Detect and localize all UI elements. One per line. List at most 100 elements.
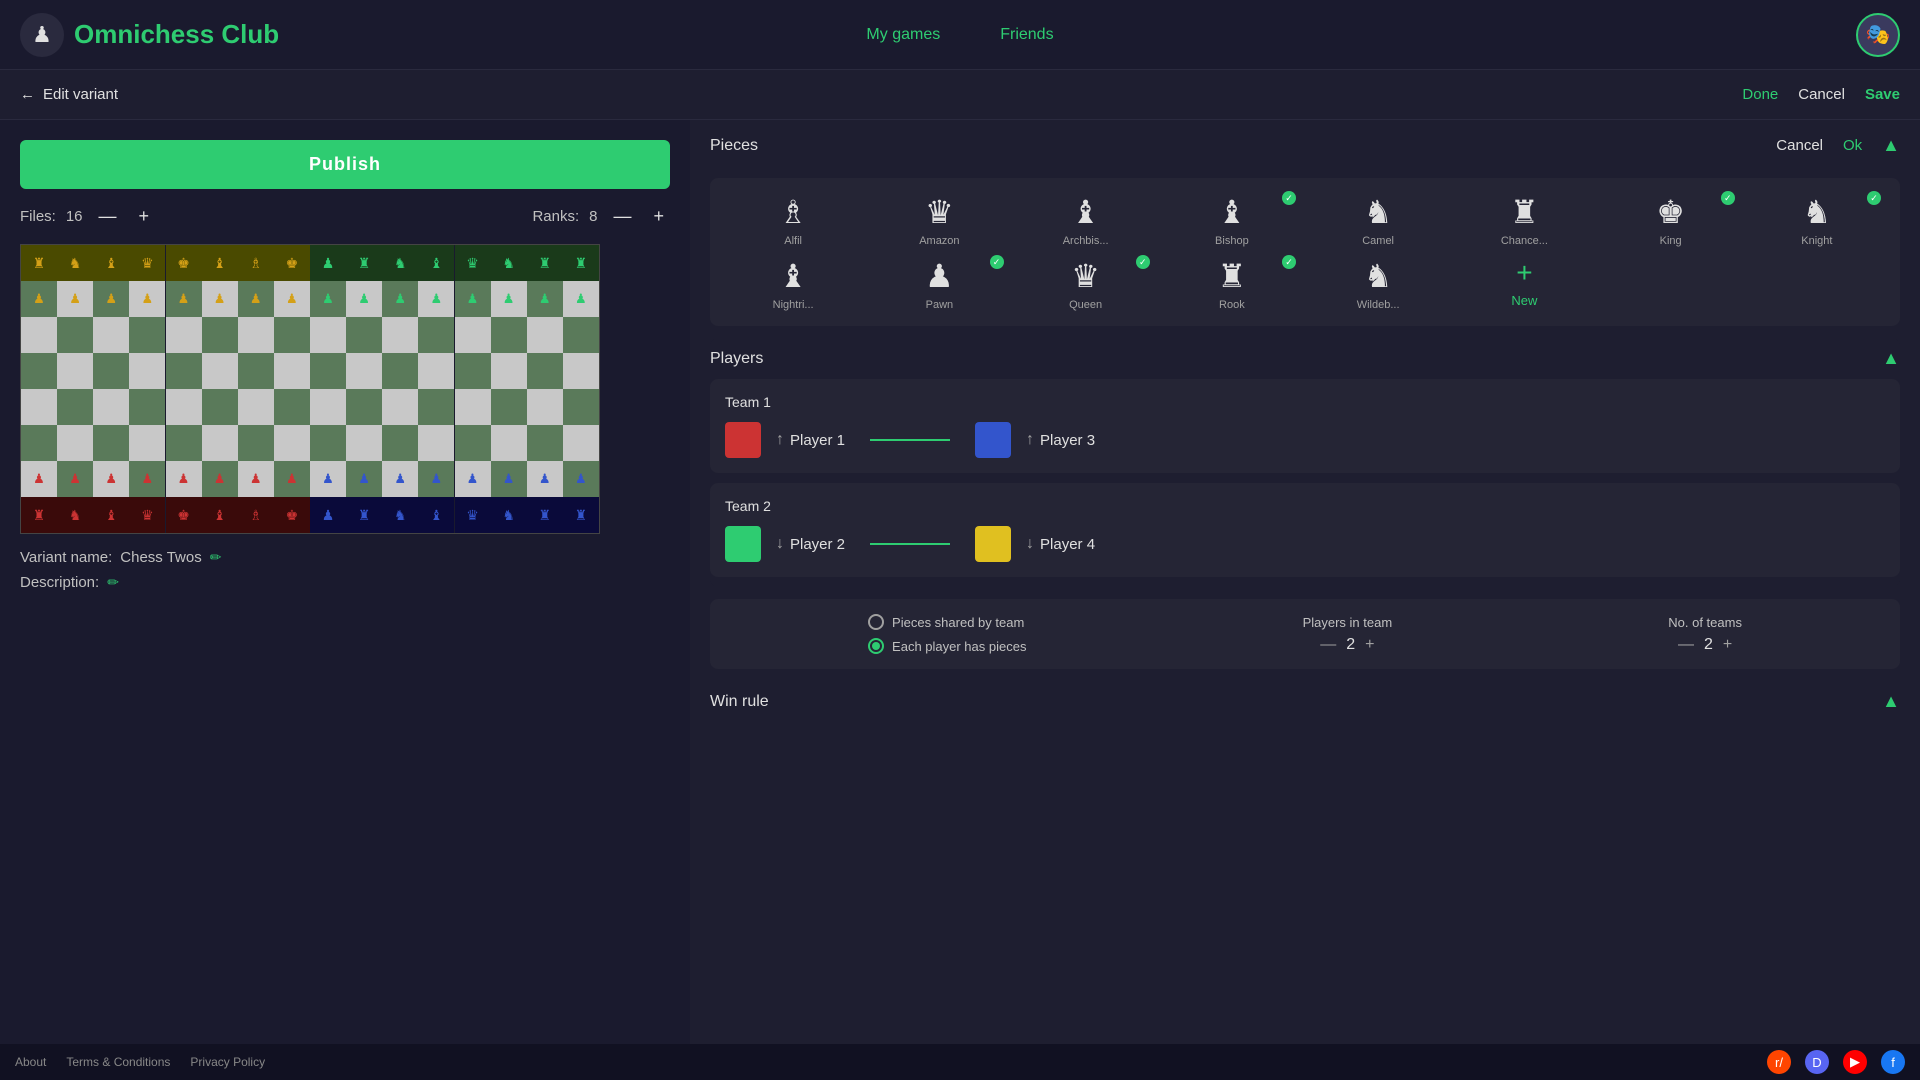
pieces-cancel-button[interactable]: Cancel xyxy=(1776,137,1823,154)
board-cell[interactable]: ♟ xyxy=(57,461,93,497)
board-cell[interactable]: ♜ xyxy=(527,497,563,533)
footer-about[interactable]: About xyxy=(15,1055,46,1069)
board-cell[interactable] xyxy=(346,389,382,425)
board-cell[interactable] xyxy=(527,317,563,353)
board-cell[interactable] xyxy=(382,389,418,425)
board-cell[interactable] xyxy=(346,353,382,389)
files-decrease-button[interactable]: — xyxy=(93,204,123,229)
facebook-icon[interactable]: f xyxy=(1881,1050,1905,1074)
board-cell[interactable] xyxy=(238,425,274,461)
board-cell[interactable]: ♜ xyxy=(563,245,599,281)
footer-privacy[interactable]: Privacy Policy xyxy=(190,1055,265,1069)
board-cell[interactable] xyxy=(418,425,454,461)
board-cell[interactable]: ♟ xyxy=(129,281,165,317)
save-button[interactable]: Save xyxy=(1865,86,1900,103)
board-cell[interactable] xyxy=(202,353,238,389)
pieces-shared-option[interactable]: Pieces shared by team xyxy=(868,614,1026,630)
board-cell[interactable]: ♝ xyxy=(93,497,129,533)
board-cell[interactable] xyxy=(166,425,202,461)
board-cell[interactable] xyxy=(57,425,93,461)
no-of-teams-decrease[interactable]: — xyxy=(1678,636,1694,654)
board-cell[interactable]: ♜ xyxy=(563,497,599,533)
board-cell[interactable] xyxy=(527,425,563,461)
board-cell[interactable] xyxy=(455,353,491,389)
user-avatar[interactable]: 🎭 xyxy=(1856,13,1900,57)
board-cell[interactable] xyxy=(491,389,527,425)
board-cell[interactable]: ♟ xyxy=(202,461,238,497)
board-cell[interactable] xyxy=(129,389,165,425)
board-cell[interactable] xyxy=(418,317,454,353)
board-cell[interactable]: ♛ xyxy=(455,245,491,281)
board-cell[interactable] xyxy=(455,389,491,425)
board-cell[interactable] xyxy=(93,317,129,353)
board-cell[interactable]: ♝ xyxy=(418,497,454,533)
board-cell[interactable]: ♜ xyxy=(21,245,57,281)
board-cell[interactable]: ♟ xyxy=(21,461,57,497)
piece-knight[interactable]: ♞Knight✓ xyxy=(1749,193,1885,247)
board-cell[interactable] xyxy=(93,425,129,461)
board-cell[interactable]: ♛ xyxy=(129,497,165,533)
pieces-ok-button[interactable]: Ok xyxy=(1843,137,1862,154)
players-in-team-decrease[interactable]: — xyxy=(1320,636,1336,654)
board-cell[interactable]: ♟ xyxy=(21,281,57,317)
board-cell[interactable] xyxy=(21,317,57,353)
board-cell[interactable] xyxy=(455,425,491,461)
ranks-decrease-button[interactable]: — xyxy=(607,204,637,229)
discord-icon[interactable]: D xyxy=(1805,1050,1829,1074)
board-cell[interactable]: ♟ xyxy=(166,461,202,497)
chess-board[interactable]: ♜♞♝♛♚♝♗♚♟♜♞♝♛♞♜♜♟♟♟♟♟♟♟♟♟♟♟♟♟♟♟♟♟♟♟♟♟♟♟♟… xyxy=(20,244,600,534)
nav-my-games[interactable]: My games xyxy=(866,26,940,44)
board-cell[interactable] xyxy=(93,389,129,425)
publish-button[interactable]: Publish xyxy=(20,140,670,189)
board-cell[interactable]: ♟ xyxy=(455,461,491,497)
board-cell[interactable]: ♞ xyxy=(382,245,418,281)
youtube-icon[interactable]: ▶ xyxy=(1843,1050,1867,1074)
board-cell[interactable] xyxy=(563,389,599,425)
board-cell[interactable]: ♟ xyxy=(346,461,382,497)
board-cell[interactable] xyxy=(57,317,93,353)
edit-description-icon[interactable]: ✏ xyxy=(107,574,119,591)
board-cell[interactable]: ♟ xyxy=(455,281,491,317)
ranks-increase-button[interactable]: + xyxy=(647,204,670,229)
board-cell[interactable]: ♟ xyxy=(418,281,454,317)
board-cell[interactable] xyxy=(274,317,310,353)
board-cell[interactable]: ♟ xyxy=(274,281,310,317)
board-cell[interactable]: ♝ xyxy=(93,245,129,281)
no-of-teams-increase[interactable]: + xyxy=(1723,636,1732,654)
board-cell[interactable]: ♟ xyxy=(382,461,418,497)
board-cell[interactable]: ♟ xyxy=(310,497,346,533)
board-cell[interactable] xyxy=(129,317,165,353)
piece-bishop[interactable]: ♝Bishop✓ xyxy=(1164,193,1300,247)
board-cell[interactable] xyxy=(202,425,238,461)
board-cell[interactable]: ♟ xyxy=(527,461,563,497)
board-cell[interactable] xyxy=(563,425,599,461)
board-cell[interactable]: ♟ xyxy=(310,281,346,317)
board-cell[interactable] xyxy=(21,389,57,425)
board-cell[interactable]: ♟ xyxy=(527,281,563,317)
board-cell[interactable] xyxy=(238,353,274,389)
board-cell[interactable] xyxy=(202,317,238,353)
board-cell[interactable]: ♜ xyxy=(21,497,57,533)
board-cell[interactable]: ♚ xyxy=(274,245,310,281)
players-in-team-increase[interactable]: + xyxy=(1365,636,1374,654)
board-cell[interactable]: ♟ xyxy=(418,461,454,497)
piece-alfil[interactable]: ♗Alfil xyxy=(725,193,861,247)
board-cell[interactable]: ♝ xyxy=(202,245,238,281)
piece-nightrider[interactable]: ♝Nightri... xyxy=(725,257,861,311)
board-cell[interactable] xyxy=(418,353,454,389)
board-cell[interactable] xyxy=(21,353,57,389)
board-cell[interactable] xyxy=(382,425,418,461)
board-cell[interactable] xyxy=(57,353,93,389)
piece-chancellor[interactable]: ♜Chance... xyxy=(1456,193,1592,247)
footer-terms[interactable]: Terms & Conditions xyxy=(66,1055,170,1069)
board-cell[interactable]: ♟ xyxy=(129,461,165,497)
nav-friends[interactable]: Friends xyxy=(1000,26,1053,44)
board-cell[interactable]: ♟ xyxy=(238,281,274,317)
board-cell[interactable] xyxy=(202,389,238,425)
board-cell[interactable]: ♚ xyxy=(166,245,202,281)
board-cell[interactable] xyxy=(57,389,93,425)
board-cell[interactable] xyxy=(238,317,274,353)
board-cell[interactable]: ♗ xyxy=(238,497,274,533)
edit-name-icon[interactable]: ✏ xyxy=(210,549,222,566)
board-cell[interactable] xyxy=(527,389,563,425)
